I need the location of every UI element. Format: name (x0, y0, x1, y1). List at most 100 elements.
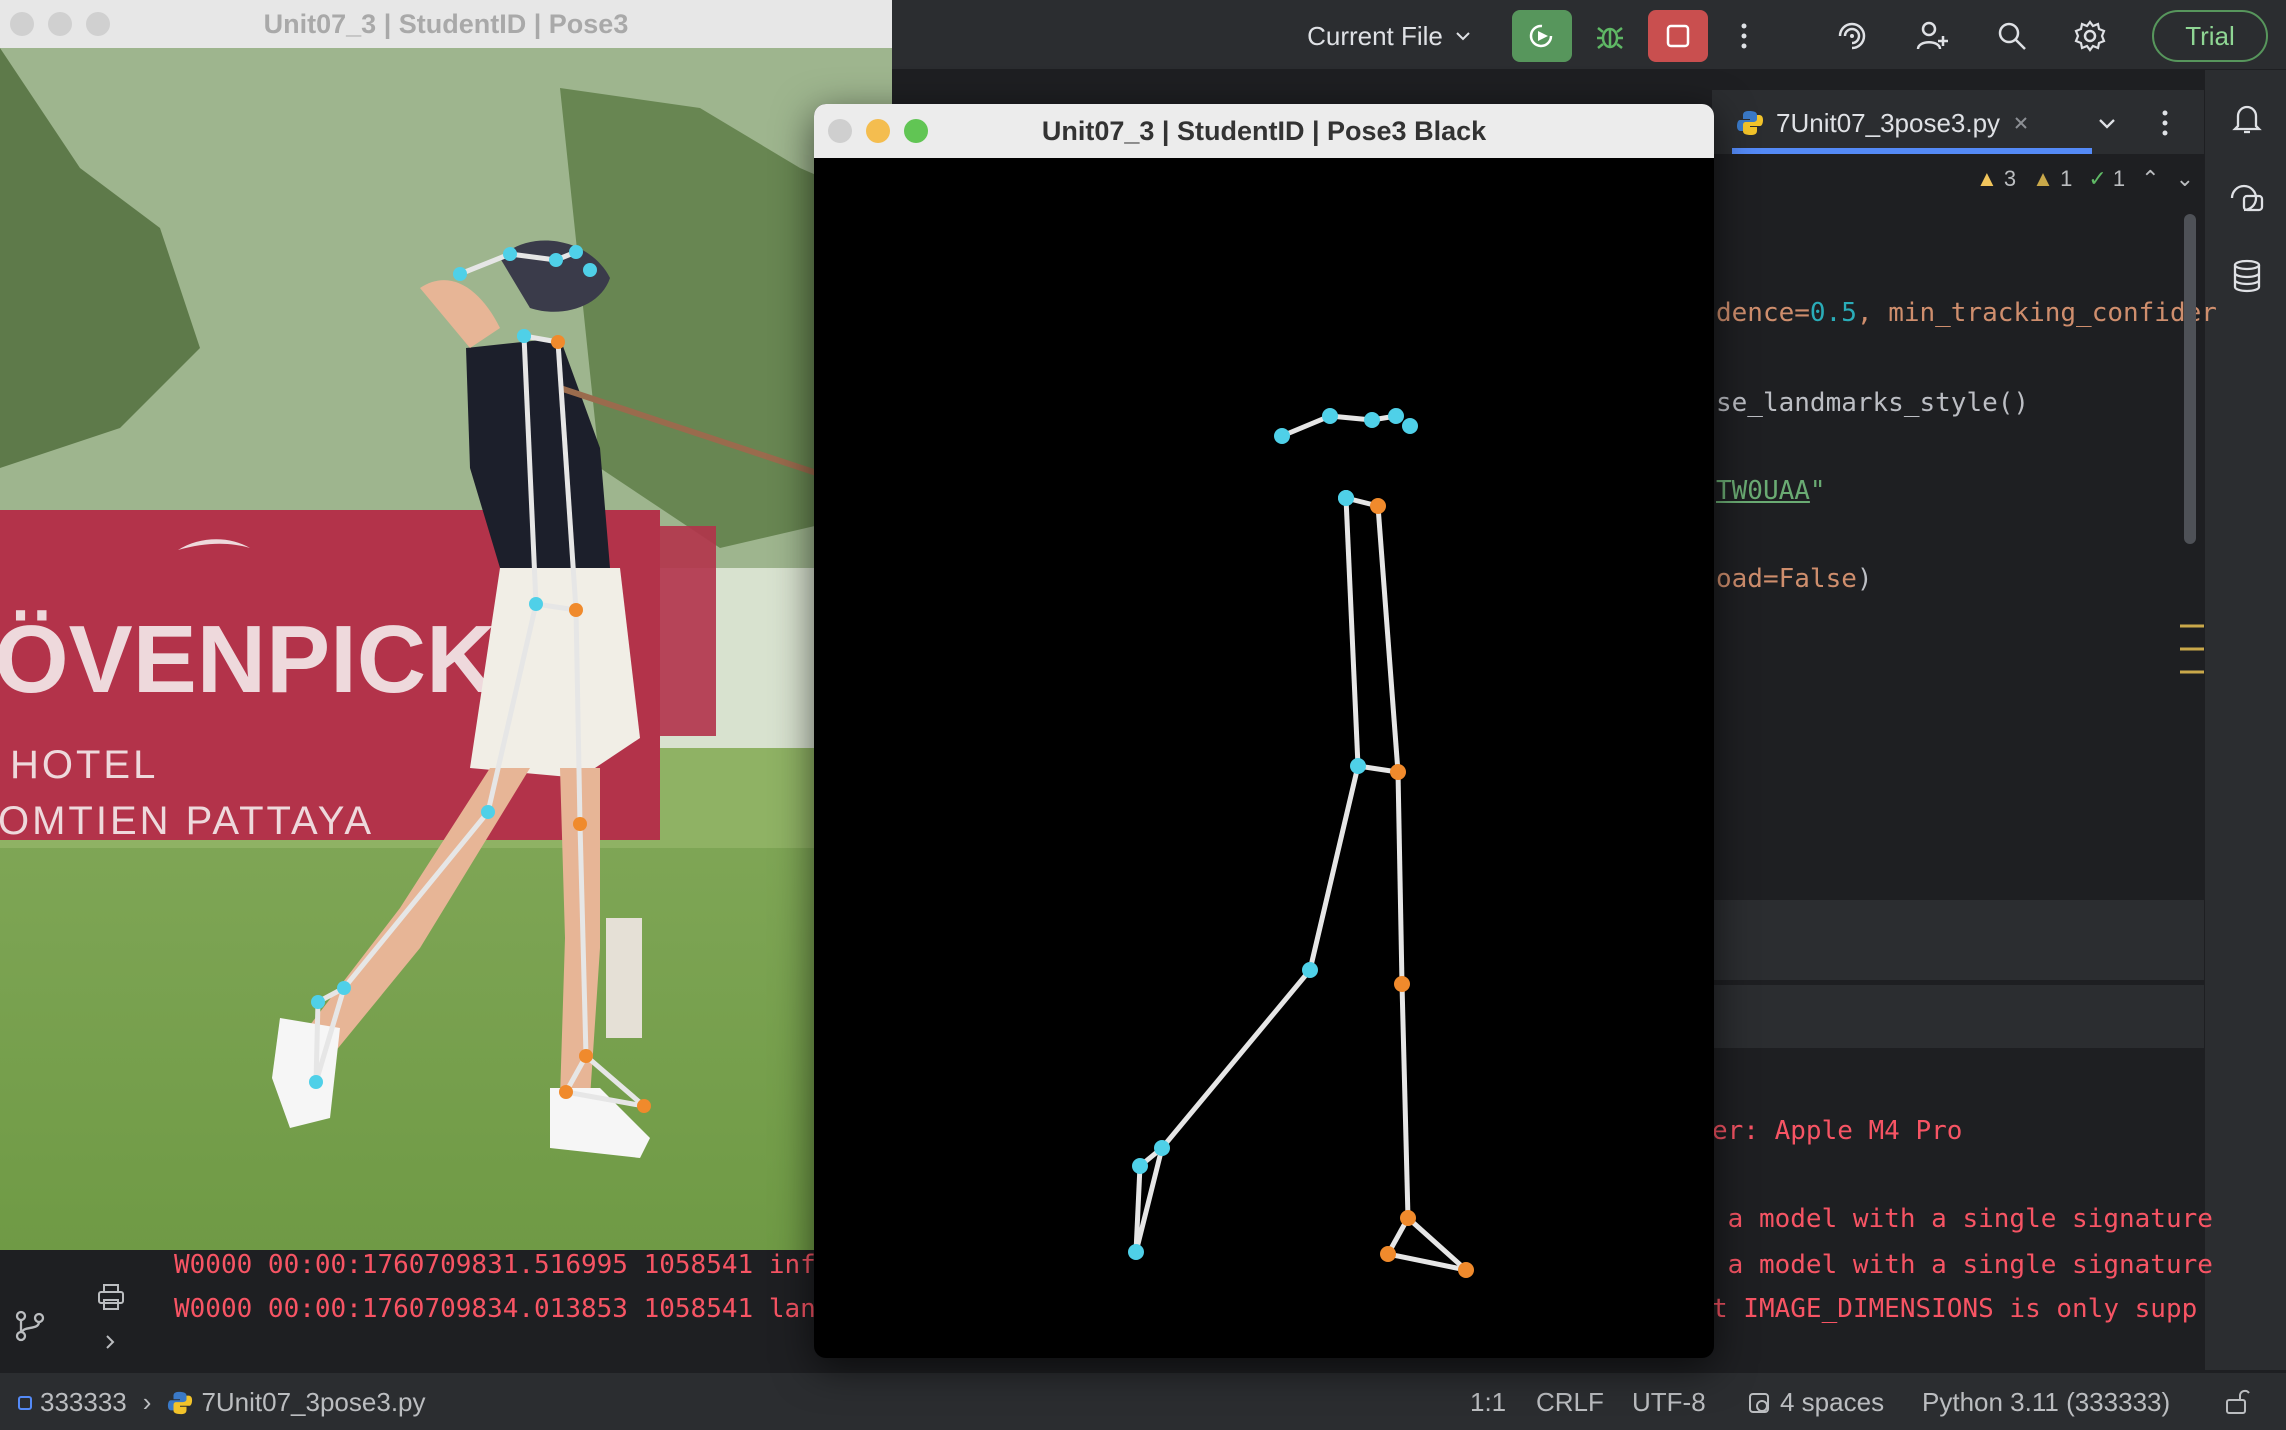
run-icon (1529, 24, 1553, 48)
bell-icon (2232, 105, 2262, 134)
chevron-right-icon[interactable] (100, 1332, 120, 1352)
close-window-button[interactable] (828, 119, 852, 143)
pose-landmark (569, 245, 583, 259)
tab-label: 7Unit07_3pose3.py (1776, 107, 2001, 138)
tool-window-header (1712, 900, 2204, 980)
database-icon (2233, 259, 2261, 293)
indent-label: 4 spaces (1780, 1387, 1885, 1417)
pose-skeleton-canvas (1128, 408, 1474, 1278)
ai-assistant-icon (1838, 22, 1866, 50)
inspection-widget[interactable]: ▲ 3 ▲ 1 ✓ 1 ⌃ ⌄ (1976, 166, 2194, 192)
code-line: se_landmarks_style() (1716, 388, 2030, 418)
settings-button[interactable] (2062, 10, 2118, 62)
code-editor[interactable]: ▲ 3 ▲ 1 ✓ 1 ⌃ ⌄ dence=0.5, min_tracking_… (1712, 154, 2217, 898)
pose3-window[interactable]: Unit07_3 | StudentID | Pose3 ÖVENPICK HO… (0, 0, 892, 1250)
console-line: er: Apple M4 Pro (1712, 1116, 1963, 1146)
python-interpreter[interactable]: Python 3.11 (333333) (1922, 1387, 2170, 1418)
minimize-window-button[interactable] (866, 119, 890, 143)
pose-connection (1395, 771, 1405, 985)
minimize-window-button[interactable] (48, 12, 72, 36)
lock-icon[interactable] (2222, 1387, 2252, 1417)
warning-icon: ▲ (1976, 166, 1998, 191)
trial-button[interactable]: Trial (2152, 10, 2268, 62)
banner-text: HOTEL (10, 743, 158, 787)
code-with-me-button[interactable] (1904, 10, 1960, 62)
close-window-button[interactable] (10, 12, 34, 36)
debug-icon (1597, 27, 1623, 49)
pose-landmark (1274, 428, 1290, 444)
pose-landmark (503, 247, 517, 261)
print-icon[interactable] (96, 1282, 126, 1312)
file-encoding[interactable]: UTF-8 (1632, 1387, 1706, 1418)
pose-landmark (1458, 1262, 1474, 1278)
pose-landmark (569, 603, 583, 617)
stop-icon (1666, 24, 1690, 48)
pose-landmark (453, 267, 467, 281)
pose-landmark (1154, 1140, 1170, 1156)
search-icon (1998, 22, 2026, 50)
more-actions-button[interactable] (1716, 10, 1772, 62)
stop-button[interactable] (1648, 10, 1708, 62)
chevron-down-icon (1456, 32, 1470, 41)
search-everywhere-button[interactable] (1984, 10, 2040, 62)
tab-7unit07-3pose3[interactable]: 7Unit07_3pose3.py (1736, 98, 2030, 148)
pose-connection (1343, 497, 1361, 767)
pose-landmark (1370, 498, 1386, 514)
console-line: a model with a single signature (1712, 1250, 2213, 1280)
ai-chat-icon (2230, 184, 2264, 212)
pose-connection (1160, 968, 1312, 1150)
warning-count: ▲ 3 (1976, 166, 2017, 191)
code-line: oad=False) (1716, 564, 1873, 594)
zoom-window-button[interactable] (904, 119, 928, 143)
weak-warning-count: ▲ 1 (2032, 166, 2073, 191)
caret-position[interactable]: 1:1 (1470, 1387, 1506, 1418)
console-line: t IMAGE_DIMENSIONS is only supp (1712, 1294, 2198, 1324)
pose-connection (1399, 983, 1411, 1219)
window-title-bar[interactable]: Unit07_3 | StudentID | Pose3 Black (814, 104, 1714, 158)
console-line: W0000 00:00:1760709834.013853 1058541 la… (174, 1294, 816, 1324)
git-branch-icon[interactable] (12, 1308, 48, 1344)
breadcrumb-project[interactable]: 333333 (40, 1387, 127, 1418)
zoom-window-button[interactable] (86, 12, 110, 36)
pose-landmark (637, 1099, 651, 1113)
ai-assistant-button[interactable] (1824, 10, 1880, 62)
golfer-skirt (470, 568, 640, 778)
window-title: Unit07_3 | StudentID | Pose3 (263, 8, 629, 39)
pose3-black-window[interactable]: Unit07_3 | StudentID | Pose3 Black (814, 104, 1714, 1358)
pose-connection (1375, 505, 1401, 773)
database-button[interactable] (2225, 254, 2269, 298)
more-icon[interactable] (2160, 108, 2170, 138)
chevron-right-icon: › (142, 1387, 152, 1417)
code-line: TW0UAA" (1716, 476, 1826, 506)
ai-chat-button[interactable] (2225, 176, 2269, 220)
indent-setting[interactable]: 4 spaces (1746, 1387, 1884, 1418)
pose-landmark (1302, 962, 1318, 978)
banner-text: OMTIEN PATTAYA (0, 799, 374, 843)
rerun-button[interactable] (1512, 10, 1572, 62)
warning-markers[interactable] (2178, 624, 2206, 674)
chevron-down-icon[interactable]: ⌄ (2176, 166, 2194, 192)
weak-warning-icon: ▲ (2032, 166, 2054, 191)
chevron-up-icon[interactable]: ⌃ (2141, 166, 2159, 192)
notifications-button[interactable] (2225, 96, 2269, 140)
banner-text: ÖVENPICK (0, 606, 495, 713)
pose-landmark (481, 805, 495, 819)
code-line: dence=0.5, min_tracking_confider (1716, 298, 2217, 328)
pose-landmark (1322, 408, 1338, 424)
run-configuration-selector[interactable]: Current File (1300, 10, 1480, 62)
window-title-bar[interactable]: Unit07_3 | StudentID | Pose3 (0, 0, 892, 48)
tool-window-tabs (1712, 984, 2204, 1048)
line-separator[interactable]: CRLF (1536, 1387, 1604, 1418)
more-icon (1741, 23, 1747, 49)
breadcrumb-file[interactable]: 7Unit07_3pose3.py (201, 1387, 425, 1418)
pose-landmark (551, 335, 565, 349)
window-title: Unit07_3 | StudentID | Pose3 Black (1041, 115, 1487, 146)
pose-landmark (1338, 490, 1354, 506)
breadcrumb[interactable]: 333333 › 7Unit07_3pose3.py (18, 1387, 426, 1418)
status-bar: 333333 › 7Unit07_3pose3.py 1:1 CRLF UTF-… (0, 1372, 2286, 1430)
check-icon: ✓ (2088, 166, 2107, 191)
chevron-down-icon[interactable] (2096, 112, 2118, 134)
debug-button[interactable] (1582, 10, 1638, 62)
close-icon[interactable] (2012, 114, 2030, 132)
editor-scrollbar[interactable] (2184, 214, 2196, 544)
